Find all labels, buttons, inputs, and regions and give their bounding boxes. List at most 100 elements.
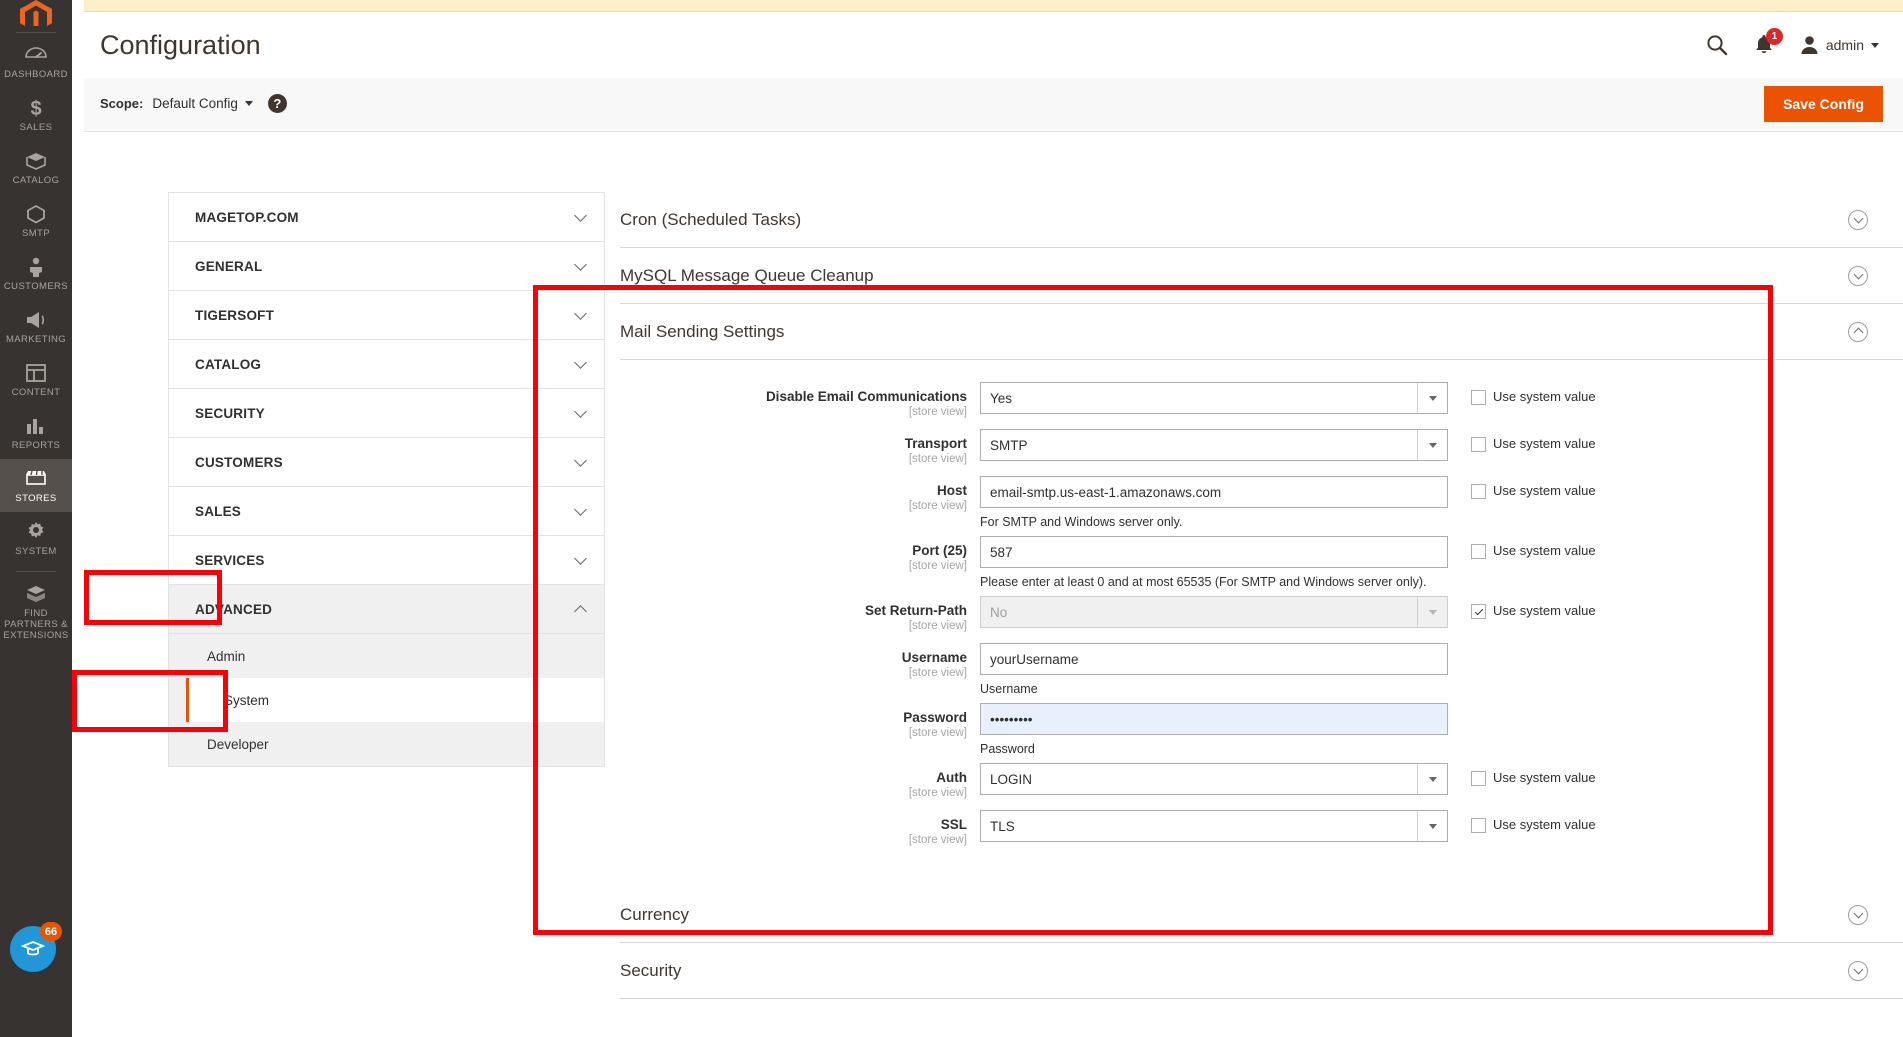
field-control: SMTP	[980, 429, 1450, 461]
question-mark-icon[interactable]: ?	[267, 94, 287, 113]
collapse-toggle-mysql[interactable]	[1848, 265, 1868, 286]
sidebar-item-dashboard[interactable]: DASHBOARD	[0, 35, 72, 88]
sidebar-item-find-partners[interactable]: FIND PARTNERS & EXTENSIONS	[0, 574, 72, 649]
tree-section-services[interactable]: SERVICES	[169, 536, 604, 585]
tree-child-admin[interactable]: Admin	[169, 634, 604, 678]
use-system-value-checkbox[interactable]	[1471, 484, 1486, 499]
use-system-value-checkbox[interactable]	[1471, 437, 1486, 452]
password-input[interactable]	[980, 703, 1448, 735]
section-header-currency[interactable]: Currency	[620, 887, 1903, 943]
sidebar-item-label: SALES	[19, 122, 53, 133]
use-system-value-checkbox[interactable]	[1471, 818, 1486, 833]
page-container: Configuration 1 admin Scope: Default Con…	[72, 0, 1903, 1037]
tree-section-tigersoft[interactable]: TIGERSOFT	[169, 291, 604, 340]
collapse-toggle-security[interactable]	[1848, 960, 1868, 981]
chevron-down-icon	[574, 503, 587, 516]
field-control: Username	[980, 643, 1450, 697]
tree-section-magetop[interactable]: MAGETOP.COM	[169, 193, 604, 242]
section-header-mail-sending-settings[interactable]: Mail Sending Settings	[620, 304, 1903, 360]
field-scope-note: [store view]	[908, 560, 967, 572]
tree-section-general[interactable]: GENERAL	[169, 242, 604, 291]
collapse-toggle-currency[interactable]	[1848, 904, 1868, 925]
chevron-down-icon	[574, 258, 587, 271]
use-system-value-label[interactable]: Use system value	[1493, 770, 1596, 785]
chevron-down-icon	[1417, 811, 1447, 841]
chevron-down-icon	[1417, 764, 1447, 794]
header-actions: 1 admin	[1706, 28, 1879, 56]
check-icon	[1474, 606, 1483, 615]
search-icon[interactable]	[1706, 34, 1728, 56]
sales-icon: $	[28, 97, 44, 119]
use-system-value-label[interactable]: Use system value	[1493, 603, 1596, 618]
sidebar-item-label: CATALOG	[12, 175, 60, 186]
field-label: Password	[903, 710, 967, 725]
section-header-mysql-queue-cleanup[interactable]: MySQL Message Queue Cleanup	[620, 248, 1903, 304]
tree-section-security[interactable]: SECURITY	[169, 389, 604, 438]
chevron-down-icon	[1417, 597, 1447, 627]
select-ssl[interactable]: TLS	[980, 810, 1448, 842]
sidebar-item-smtp[interactable]: SMTP	[0, 194, 72, 247]
sidebar-item-reports[interactable]: REPORTS	[0, 406, 72, 459]
use-system-value-label[interactable]: Use system value	[1493, 483, 1596, 498]
field-label-group: Auth [store view]	[620, 763, 980, 800]
tree-section-label: SECURITY	[195, 405, 265, 421]
smtp-icon	[25, 203, 47, 225]
chevron-down-icon	[574, 209, 587, 222]
port-input[interactable]	[980, 536, 1448, 568]
use-system-value-checkbox[interactable]	[1471, 390, 1486, 405]
collapse-toggle-cron[interactable]	[1848, 209, 1868, 230]
tree-child-system[interactable]: System	[186, 678, 604, 722]
system-gear-icon	[25, 521, 47, 543]
select-disable-email-communications[interactable]: Yes	[980, 382, 1448, 414]
learning-badge[interactable]: 66	[10, 922, 62, 972]
username-input[interactable]	[980, 643, 1448, 675]
chevron-down-icon	[1853, 213, 1863, 223]
field-scope-note: [store view]	[908, 834, 967, 846]
tree-section-label: TIGERSOFT	[195, 307, 275, 323]
magento-logo[interactable]	[0, 0, 72, 26]
field-label-group: Host [store view]	[620, 476, 980, 513]
sidebar-item-system[interactable]: SYSTEM	[0, 512, 72, 565]
rail-divider-2	[16, 571, 56, 572]
use-system-value-label[interactable]: Use system value	[1493, 543, 1596, 558]
tree-section-catalog[interactable]: CATALOG	[169, 340, 604, 389]
use-system-value-label[interactable]: Use system value	[1493, 817, 1596, 832]
select-transport[interactable]: SMTP	[980, 429, 1448, 461]
chevron-down-icon	[574, 552, 587, 565]
section-title: Currency	[620, 904, 689, 924]
sidebar-item-stores[interactable]: STORES	[0, 459, 72, 512]
tree-section-customers[interactable]: CUSTOMERS	[169, 438, 604, 487]
sidebar-item-customers[interactable]: CUSTOMERS	[0, 247, 72, 300]
save-config-button[interactable]: Save Config	[1764, 86, 1883, 122]
use-system-value-group: Use system value	[1471, 382, 1596, 405]
use-system-value-label[interactable]: Use system value	[1493, 436, 1596, 451]
use-system-value-checkbox[interactable]	[1471, 771, 1486, 786]
field-note: Password	[980, 742, 1035, 756]
use-system-value-checkbox[interactable]	[1471, 604, 1486, 619]
field-control: For SMTP and Windows server only.	[980, 476, 1450, 530]
collapse-toggle-mail[interactable]	[1848, 321, 1868, 342]
select-auth[interactable]: LOGIN	[980, 763, 1448, 795]
notifications-button[interactable]: 1	[1754, 28, 1783, 56]
tree-section-advanced[interactable]: ADVANCED	[169, 585, 604, 634]
use-system-value-group: Use system value	[1471, 596, 1596, 619]
section-title: MySQL Message Queue Cleanup	[620, 265, 874, 285]
field-note: Please enter at least 0 and at most 6553…	[980, 575, 1427, 589]
field-label: Transport	[904, 436, 967, 451]
learning-badge-count: 66	[40, 922, 62, 941]
field-label-group: Transport [store view]	[620, 429, 980, 466]
use-system-value-label[interactable]: Use system value	[1493, 389, 1596, 404]
tree-child-developer[interactable]: Developer	[169, 722, 604, 766]
field-scope-note: [store view]	[908, 667, 967, 679]
sidebar-item-content[interactable]: CONTENT	[0, 353, 72, 406]
user-menu[interactable]: admin	[1800, 35, 1879, 55]
scope-selector[interactable]: Default Config	[152, 96, 253, 111]
sidebar-item-catalog[interactable]: CATALOG	[0, 141, 72, 194]
section-header-security[interactable]: Security	[620, 943, 1903, 999]
section-header-cron[interactable]: Cron (Scheduled Tasks)	[620, 192, 1903, 248]
sidebar-item-sales[interactable]: $ SALES	[0, 88, 72, 141]
host-input[interactable]	[980, 476, 1448, 508]
tree-section-sales[interactable]: SALES	[169, 487, 604, 536]
use-system-value-checkbox[interactable]	[1471, 544, 1486, 559]
sidebar-item-marketing[interactable]: MARKETING	[0, 300, 72, 353]
